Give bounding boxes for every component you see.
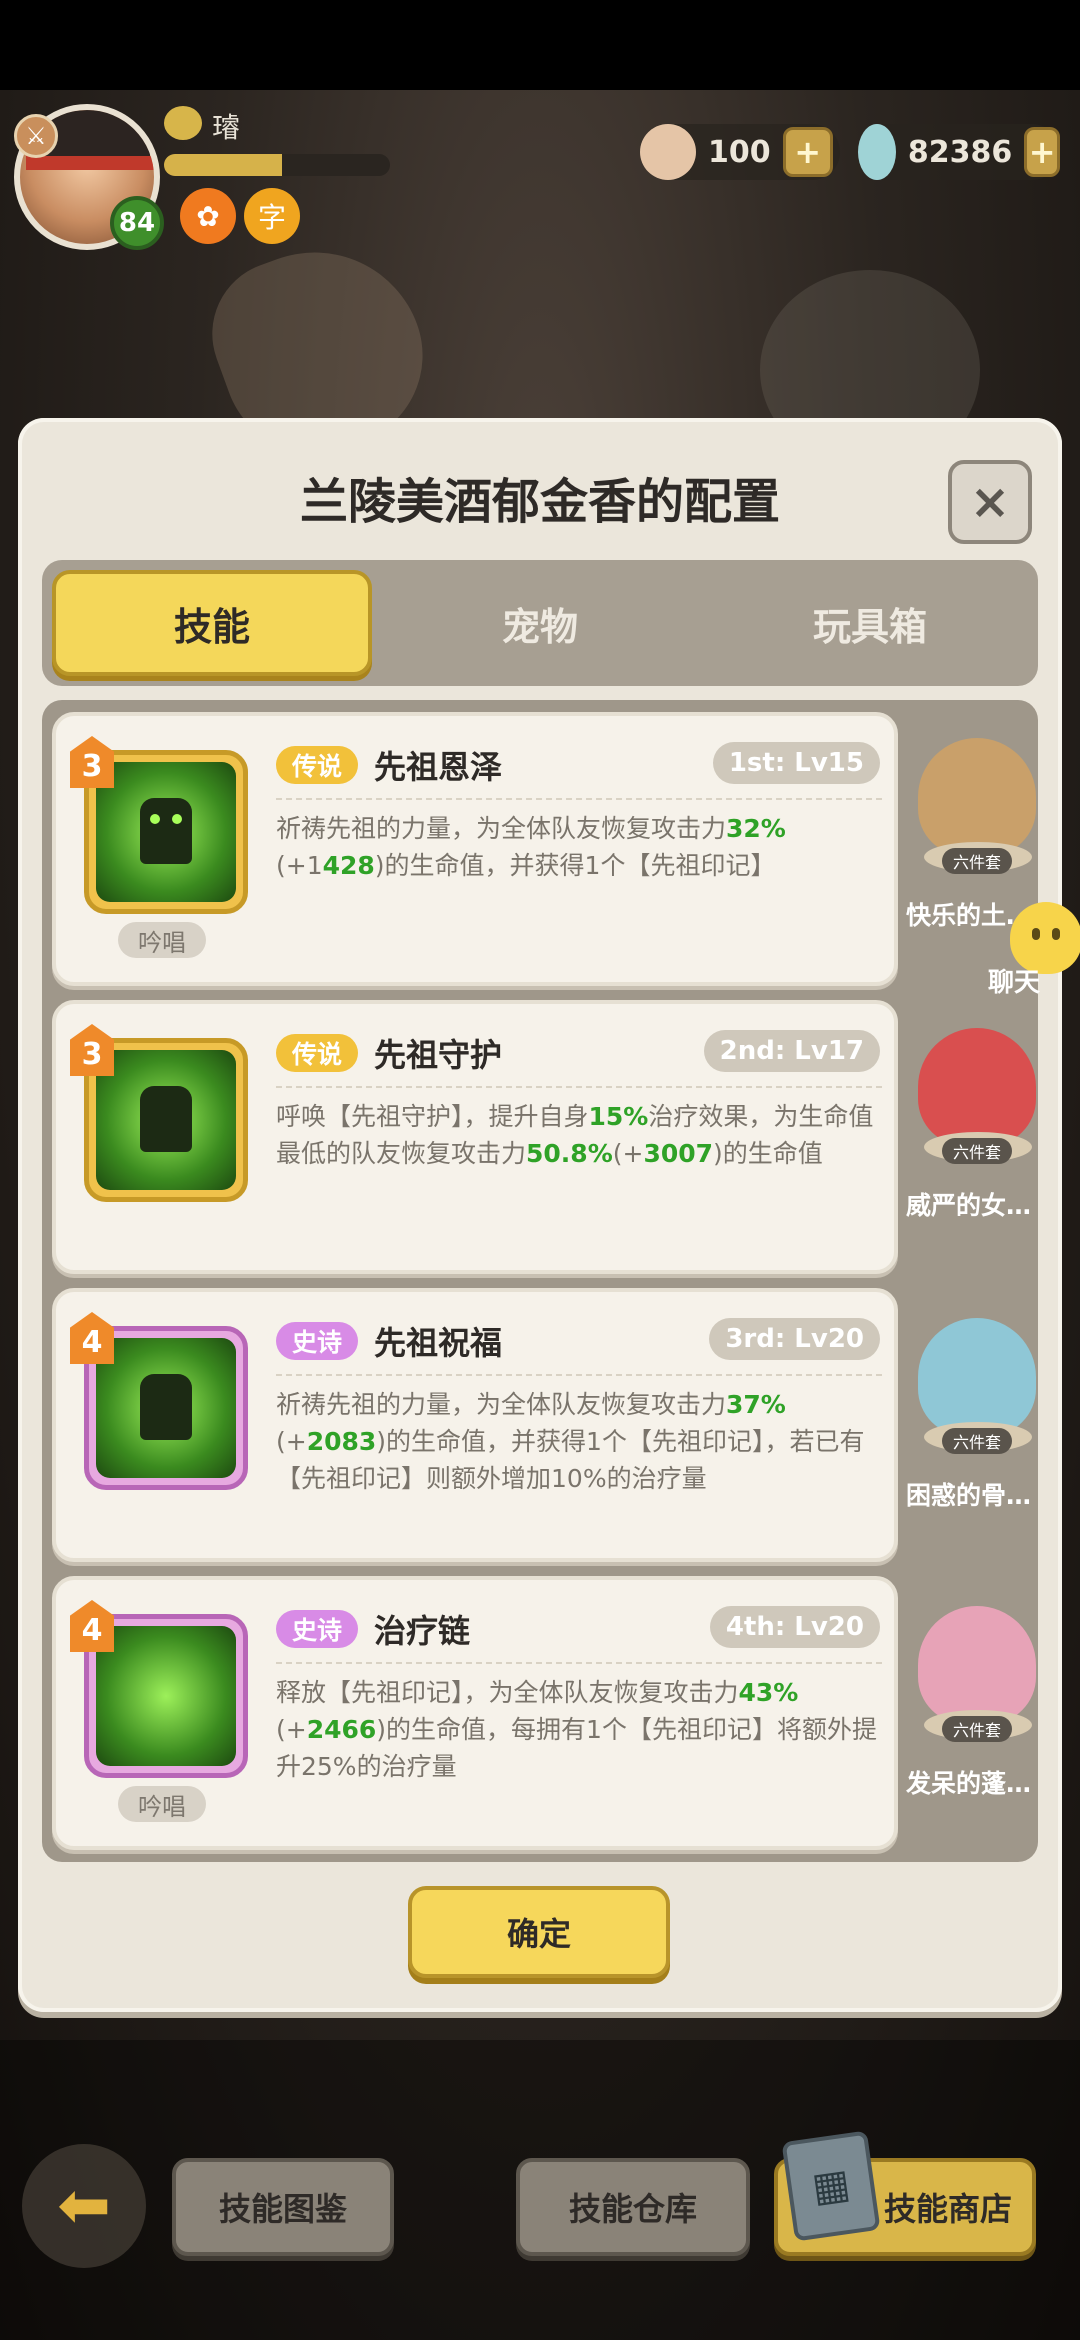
skill-level: 1st: Lv15 xyxy=(712,742,880,784)
rarity-tag: 传说 xyxy=(276,1034,359,1072)
rank-badge: 3 xyxy=(70,1024,114,1076)
player-level-badge: 84 xyxy=(110,196,164,250)
sword-icon: ⚔ xyxy=(14,114,58,158)
skill-name: 先祖祝福 xyxy=(374,1324,503,1362)
skill-card-4[interactable]: 4 吟唱 史诗 治疗链 4th: Lv20 释放【先祖印记】，为全体队友恢复攻击… xyxy=(52,1576,898,1850)
skill-card-3[interactable]: 4 史诗 先祖祝福 3rd: Lv20 祈祷先祖的力量，为全体队友恢复攻击力37… xyxy=(52,1288,898,1562)
skill-level: 3rd: Lv20 xyxy=(709,1318,880,1360)
set-tag: 六件套 xyxy=(942,1428,1012,1454)
rarity-tag: 史诗 xyxy=(276,1322,359,1360)
currency-shell: 100 + xyxy=(640,124,840,180)
back-arrow-icon[interactable]: ⬅ xyxy=(22,2144,146,2268)
pet-name: 威严的女… xyxy=(906,1191,1032,1220)
pet-name: 发呆的蓬… xyxy=(906,1769,1032,1798)
pet-image xyxy=(918,738,1036,856)
rarity-tag: 史诗 xyxy=(276,1610,359,1648)
shop-icon: ▦ xyxy=(781,2130,881,2242)
pet-slot-3[interactable]: 六件套 困惑的骨… xyxy=(906,1304,1046,1554)
skill-name: 先祖恩泽 xyxy=(374,748,503,786)
close-button[interactable]: × xyxy=(948,460,1032,544)
confirm-button[interactable]: 确定 xyxy=(408,1886,670,1978)
skill-name: 先祖守护 xyxy=(374,1036,503,1074)
rarity-tag: 传说 xyxy=(276,746,359,784)
skill-description: 呼唤【先祖守护】，提升自身15%治疗效果，为生命值最低的队友恢复攻击力50.8%… xyxy=(276,1102,874,1168)
player-name: 璿 xyxy=(212,111,241,144)
set-tag: 六件套 xyxy=(942,1716,1012,1742)
pet-name: 困惑的骨… xyxy=(906,1481,1032,1510)
skill-description: 祈祷先祖的力量，为全体队友恢复攻击力37%(+2083)的生命值，并获得1个【先… xyxy=(276,1390,865,1493)
skill-name: 治疗链 xyxy=(374,1612,471,1650)
skill-storage-button[interactable]: 技能仓库 xyxy=(516,2158,750,2256)
skill-card-2[interactable]: 3 传说 先祖守护 2nd: Lv17 呼唤【先祖守护】，提升自身15%治疗效果… xyxy=(52,1000,898,1274)
exp-bar xyxy=(164,154,390,176)
shell-icon xyxy=(640,124,696,180)
stone-icon xyxy=(858,124,896,180)
status-bar xyxy=(0,0,1080,90)
pet-image xyxy=(918,1028,1036,1146)
bonus-icon[interactable]: 字 xyxy=(244,188,300,244)
skill-shop-button[interactable]: ▦ 技能商店 xyxy=(774,2130,1036,2256)
rank-badge: 4 xyxy=(70,1600,114,1652)
skill-level: 4th: Lv20 xyxy=(709,1606,880,1648)
set-tag: 六件套 xyxy=(942,848,1012,874)
config-panel: 兰陵美酒郁金香的配置 × 技能 宠物 玩具箱 3 吟唱 传说 先祖恩泽 1st:… xyxy=(18,418,1062,2012)
chat-button[interactable]: 聊天 xyxy=(970,898,1080,1008)
set-tag: 六件套 xyxy=(942,1138,1012,1164)
skill-level: 2nd: Lv17 xyxy=(703,1030,880,1072)
add-stone-button[interactable]: + xyxy=(1024,127,1060,177)
skill-description: 释放【先祖印记】，为全体队友恢复攻击力43%(+2466)的生命值，每拥有1个【… xyxy=(276,1678,877,1781)
pet-slot-4[interactable]: 六件套 发呆的蓬… xyxy=(906,1592,1046,1842)
chant-tag: 吟唱 xyxy=(118,922,206,958)
tab-skills[interactable]: 技能 xyxy=(52,570,372,676)
buff-icon[interactable]: ✿ xyxy=(180,188,236,244)
player-title-icon xyxy=(164,106,202,140)
pet-slot-2[interactable]: 六件套 威严的女… xyxy=(906,1014,1046,1264)
skill-description: 祈祷先祖的力量，为全体队友恢复攻击力32%(+1428)的生命值，并获得1个【先… xyxy=(276,814,786,880)
tab-bar: 技能 宠物 玩具箱 xyxy=(42,560,1038,686)
skill-card-1[interactable]: 3 吟唱 传说 先祖恩泽 1st: Lv15 祈祷先祖的力量，为全体队友恢复攻击… xyxy=(52,712,898,986)
stone-count: 82386 xyxy=(907,134,1013,170)
rank-badge: 4 xyxy=(70,1312,114,1364)
panel-title: 兰陵美酒郁金香的配置 xyxy=(299,474,780,530)
add-shell-button[interactable]: + xyxy=(782,127,833,177)
tab-pets[interactable]: 宠物 xyxy=(380,570,700,676)
shell-count: 100 xyxy=(708,134,771,170)
chat-label: 聊天 xyxy=(988,968,1041,998)
pet-image xyxy=(918,1606,1036,1724)
tab-toybox[interactable]: 玩具箱 xyxy=(710,570,1030,676)
rank-badge: 3 xyxy=(70,736,114,788)
pet-image xyxy=(918,1318,1036,1436)
chant-tag: 吟唱 xyxy=(118,1786,206,1822)
skill-shop-label: 技能商店 xyxy=(883,2190,1012,2228)
skill-codex-button[interactable]: 技能图鉴 xyxy=(172,2158,394,2256)
currency-stone: 82386 + xyxy=(858,124,1060,180)
